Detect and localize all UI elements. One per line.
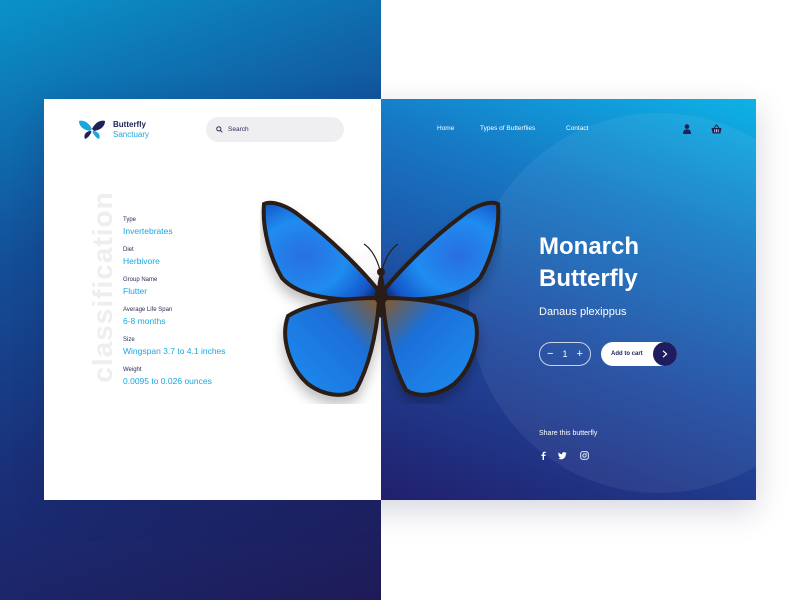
info-value: 6-8 months	[123, 316, 166, 326]
share-label: Share this butterfly	[539, 430, 598, 437]
info-label: Size	[123, 337, 135, 343]
add-to-cart-button[interactable]: Add to cart	[601, 342, 677, 366]
info-value: Invertebrates	[123, 226, 173, 236]
info-label: Group Name	[123, 277, 158, 283]
product-title-line2: Butterfly	[539, 265, 638, 292]
info-value: Flutter	[123, 286, 148, 296]
basket-icon[interactable]	[711, 124, 722, 134]
scientific-name: Danaus plexippus	[539, 306, 627, 318]
search-input[interactable]: Search	[206, 117, 344, 142]
quantity-stepper: − 1 +	[539, 342, 591, 366]
info-label: Diet	[123, 247, 134, 253]
info-item: Diet Herbivore	[123, 246, 283, 276]
twitter-icon[interactable]	[558, 451, 567, 460]
info-item: Weight 0.0095 to 0.026 ounces	[123, 366, 283, 396]
classification-list: Type Invertebrates Diet Herbivore Group …	[123, 216, 283, 396]
info-item: Size Wingspan 3.7 to 4.1 inches	[123, 336, 283, 366]
instagram-icon[interactable]	[580, 451, 589, 460]
product-title-line1: Monarch	[539, 233, 640, 260]
nav-home[interactable]: Home	[437, 125, 454, 132]
decorative-circle	[469, 113, 756, 493]
info-label: Type	[123, 217, 137, 223]
search-placeholder: Search	[228, 126, 249, 133]
chevron-right-icon[interactable]	[653, 342, 677, 366]
info-item: Type Invertebrates	[123, 216, 283, 246]
brand-name: Butterfly	[113, 120, 146, 129]
search-icon	[216, 126, 223, 133]
user-icon[interactable]	[683, 124, 691, 134]
quantity-value: 1	[562, 348, 568, 359]
info-label: Average Life Span	[123, 307, 173, 313]
increment-button[interactable]: +	[577, 348, 583, 360]
add-to-cart-label: Add to cart	[611, 351, 643, 357]
nav-contact[interactable]: Contact	[566, 125, 588, 132]
classification-heading: classification	[87, 191, 118, 383]
info-value: Wingspan 3.7 to 4.1 inches	[123, 346, 226, 356]
butterfly-image	[261, 200, 501, 397]
info-item: Group Name Flutter	[123, 276, 283, 306]
butterfly-logo-icon	[79, 120, 105, 139]
brand-subname: Sanctuary	[113, 130, 150, 139]
decrement-button[interactable]: −	[547, 348, 553, 360]
info-value: 0.0095 to 0.026 ounces	[123, 376, 212, 386]
info-label: Weight	[123, 367, 142, 373]
info-value: Herbivore	[123, 256, 160, 266]
nav-types-of-butterflies[interactable]: Types of Butterflies	[480, 125, 535, 132]
info-item: Average Life Span 6-8 months	[123, 306, 283, 336]
facebook-icon[interactable]	[539, 451, 548, 460]
product-title: Monarch Butterfly	[539, 231, 739, 295]
brand-logo[interactable]: Butterfly Sanctuary	[78, 119, 149, 141]
